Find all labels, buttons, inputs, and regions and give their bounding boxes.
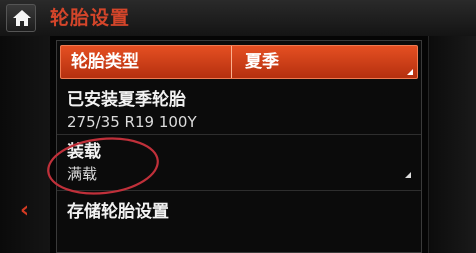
divider xyxy=(231,46,232,78)
home-icon xyxy=(13,10,31,26)
chevron-left-icon: ‹ xyxy=(20,198,30,223)
load-title: 装载 xyxy=(67,142,101,162)
menu-item-installed-tires[interactable]: 已安装夏季轮胎 275/35 R19 100Y xyxy=(57,85,421,135)
title-bar: 轮胎设置 xyxy=(0,0,476,36)
installed-tires-spec: 275/35 R19 100Y xyxy=(67,113,197,131)
screen-bezel xyxy=(428,36,476,253)
save-tire-settings-title: 存储轮胎设置 xyxy=(67,202,169,222)
menu-item-save-tire-settings[interactable]: 存储轮胎设置 xyxy=(57,193,421,229)
home-button[interactable] xyxy=(6,4,36,32)
menu-item-load[interactable]: 装载 满载 xyxy=(57,137,421,191)
left-nav-strip: ‹ xyxy=(0,36,50,253)
installed-tires-title: 已安装夏季轮胎 xyxy=(67,90,186,110)
tire-type-label: 轮胎类型 xyxy=(71,52,139,72)
page-title: 轮胎设置 xyxy=(50,7,131,29)
submenu-indicator-icon xyxy=(407,69,413,75)
menu-item-tire-type[interactable]: 轮胎类型 夏季 xyxy=(60,45,418,79)
settings-menu: 轮胎类型 夏季 已安装夏季轮胎 275/35 R19 100Y 装载 满载 存储… xyxy=(56,40,422,253)
submenu-indicator-icon xyxy=(405,172,411,178)
back-button[interactable]: ‹ xyxy=(20,199,29,223)
tire-type-value: 夏季 xyxy=(245,52,279,72)
load-value: 满载 xyxy=(67,165,98,183)
